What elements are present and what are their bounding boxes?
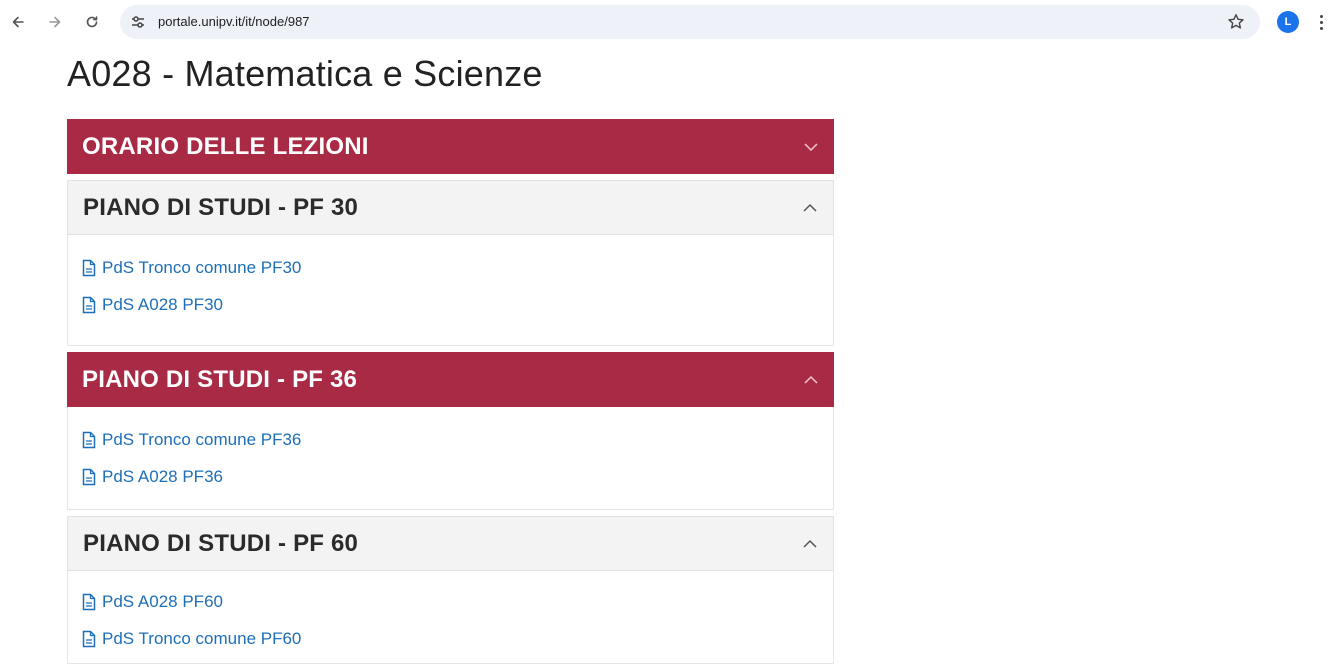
document-link-label[interactable]: PdS Tronco comune PF60 [102, 629, 301, 649]
document-link[interactable]: PdS Tronco comune PF60 [81, 620, 820, 657]
document-link[interactable]: PdS A028 PF60 [81, 583, 820, 620]
document-icon [82, 296, 96, 313]
document-icon [82, 468, 96, 485]
accordion-title: PIANO DI STUDI - PF 30 [83, 193, 359, 221]
url-text[interactable]: portale.unipv.it/it/node/987 [158, 14, 310, 29]
document-icon [82, 593, 96, 610]
accordion-body-pf36: PdS Tronco comune PF36 PdS A028 PF36 [67, 407, 834, 510]
accordion: ORARIO DELLE LEZIONI PIANO DI STUDI - PF… [67, 119, 834, 664]
document-link[interactable]: PdS A028 PF36 [81, 458, 820, 495]
document-icon [82, 630, 96, 647]
chevron-up-icon [801, 199, 819, 217]
profile-avatar[interactable]: L [1277, 11, 1299, 33]
document-icon [82, 431, 96, 448]
accordion-body-pf60: PdS A028 PF60 PdS Tronco comune PF60 [67, 571, 834, 664]
document-link-label[interactable]: PdS Tronco comune PF36 [102, 430, 301, 450]
document-icon [82, 259, 96, 276]
accordion-title: ORARIO DELLE LEZIONI [82, 132, 369, 160]
document-link-label[interactable]: PdS A028 PF60 [102, 592, 223, 612]
accordion-title: PIANO DI STUDI - PF 60 [83, 529, 359, 557]
accordion-header-orario[interactable]: ORARIO DELLE LEZIONI [67, 119, 834, 174]
chevron-up-icon [802, 371, 820, 389]
forward-arrow-icon[interactable] [43, 10, 67, 34]
accordion-header-pf30[interactable]: PIANO DI STUDI - PF 30 [67, 180, 834, 235]
document-link-label[interactable]: PdS A028 PF36 [102, 467, 223, 487]
document-link[interactable]: PdS A028 PF30 [81, 286, 820, 323]
address-bar[interactable]: portale.unipv.it/it/node/987 [120, 5, 1260, 39]
accordion-header-pf60[interactable]: PIANO DI STUDI - PF 60 [67, 516, 834, 571]
bookmark-star-icon[interactable] [1226, 12, 1246, 32]
accordion-title: PIANO DI STUDI - PF 36 [82, 365, 358, 393]
reload-icon[interactable] [80, 10, 104, 34]
kebab-menu-icon[interactable] [1316, 11, 1326, 33]
document-link-label[interactable]: PdS A028 PF30 [102, 295, 223, 315]
page-title: A028 - Matematica e Scienze [67, 53, 543, 94]
document-link[interactable]: PdS Tronco comune PF36 [81, 421, 820, 458]
document-link[interactable]: PdS Tronco comune PF30 [81, 249, 820, 286]
browser-toolbar: portale.unipv.it/it/node/987 L [0, 0, 1329, 46]
chevron-up-icon [801, 535, 819, 553]
document-link-label[interactable]: PdS Tronco comune PF30 [102, 258, 301, 278]
accordion-header-pf36[interactable]: PIANO DI STUDI - PF 36 [67, 352, 834, 407]
accordion-body-pf30: PdS Tronco comune PF30 PdS A028 PF30 [67, 235, 834, 346]
back-arrow-icon[interactable] [6, 10, 30, 34]
site-settings-icon[interactable] [130, 14, 146, 30]
chevron-down-icon [802, 138, 820, 156]
